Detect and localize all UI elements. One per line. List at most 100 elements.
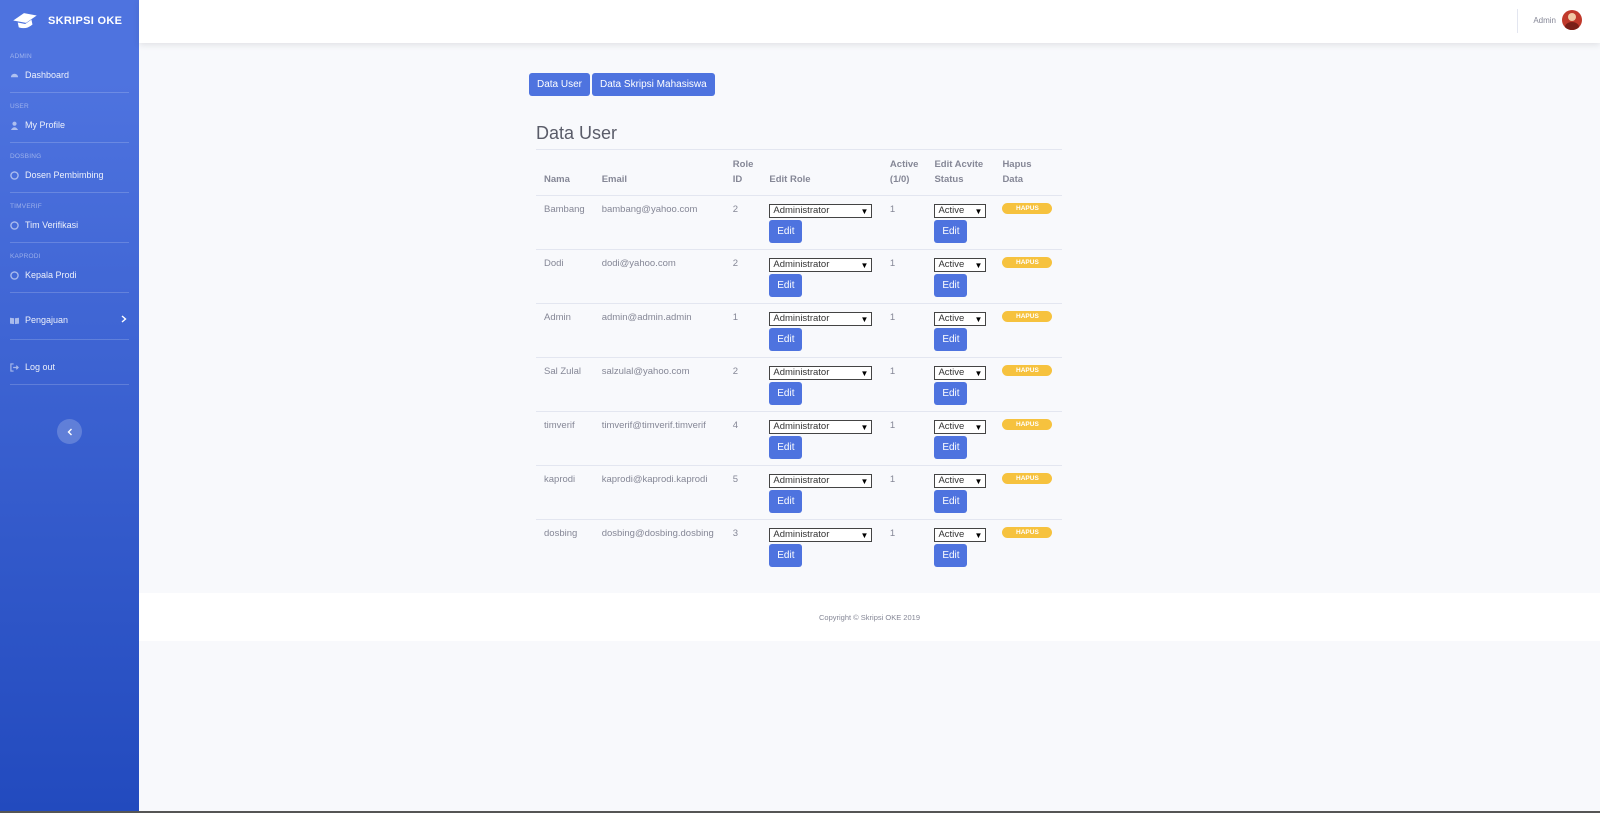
topbar: Admin	[139, 0, 1600, 43]
status-select[interactable]: Active ▼	[934, 365, 987, 380]
edit-role-button[interactable]: Edit	[769, 219, 803, 243]
data-user-button[interactable]: Data User	[529, 73, 591, 96]
hapus-button[interactable]: HAPUS	[1002, 418, 1053, 430]
sidebar-heading-user: USER	[10, 103, 29, 110]
brand[interactable]: SKRIPSI OKE	[0, 0, 139, 42]
edit-role-button[interactable]: Edit	[769, 435, 803, 459]
status-select[interactable]: Active ▼	[934, 527, 987, 542]
cell-hapus: HAPUS	[994, 519, 1062, 573]
edit-status-button[interactable]: Edit	[934, 543, 968, 567]
cell-nama: Sal Zulal	[536, 357, 594, 412]
role-select[interactable]: Administrator ▼	[769, 419, 873, 434]
topbar-divider	[1517, 9, 1518, 33]
users-table: Nama Email Role ID Edit Role Active (1/0) …	[536, 151, 1062, 573]
edit-status-button[interactable]: Edit	[934, 435, 968, 459]
sidebar-item-kepala-prodi[interactable]: Kepala Prodi	[0, 266, 139, 284]
edit-status-button[interactable]: Edit	[934, 489, 968, 513]
cell-hapus: HAPUS	[994, 195, 1062, 250]
sidebar-item-dosen-pembimbing[interactable]: Dosen Pembimbing	[0, 166, 139, 184]
circle-icon	[10, 270, 19, 280]
cell-active: 1	[881, 195, 927, 250]
cell-edit-role: Administrator ▼ Edit	[761, 465, 882, 520]
status-select[interactable]: Active ▼	[934, 311, 987, 326]
role-select[interactable]: Administrator ▼	[769, 527, 873, 542]
cell-email: dosbing@dosbing.dosbing	[601, 527, 714, 539]
book-icon	[10, 316, 19, 325]
cell-hapus: HAPUS	[994, 249, 1062, 304]
cell-email: salzulal@yahoo.com	[593, 357, 725, 412]
edit-status-button[interactable]: Edit	[934, 219, 968, 243]
hapus-button[interactable]: HAPUS	[1002, 310, 1053, 322]
header-edit-status: Edit Acvite Status	[934, 158, 984, 185]
role-select[interactable]: Administrator ▼	[769, 473, 873, 488]
cell-role-id: 5	[724, 465, 762, 520]
user-dropdown[interactable]: Admin	[1533, 10, 1582, 30]
role-select[interactable]: Administrator ▼	[769, 203, 873, 218]
cell-nama: Admin	[536, 303, 594, 358]
cell-email: bambang@yahoo.com	[593, 195, 725, 250]
dropdown-arrow-icon: ▼	[860, 260, 869, 270]
cell-edit-role: Administrator ▼ Edit	[761, 303, 882, 358]
cell-edit-role: Administrator ▼ Edit	[761, 249, 882, 304]
hapus-button[interactable]: HAPUS	[1002, 256, 1053, 268]
data-skripsi-button[interactable]: Data Skripsi Mahasiswa	[592, 73, 715, 96]
edit-status-button[interactable]: Edit	[934, 381, 968, 405]
edit-role-button[interactable]: Edit	[769, 273, 803, 297]
role-select[interactable]: Administrator ▼	[769, 257, 873, 272]
dropdown-arrow-icon: ▼	[974, 422, 983, 432]
status-select[interactable]: Active ▼	[934, 473, 987, 488]
edit-role-button[interactable]: Edit	[769, 327, 803, 351]
sidebar-toggle-button[interactable]	[57, 419, 82, 444]
dropdown-arrow-icon: ▼	[974, 476, 983, 486]
edit-role-button[interactable]: Edit	[769, 381, 803, 405]
sidebar-item-tim-verifikasi[interactable]: Tim Verifikasi	[0, 216, 139, 234]
dropdown-arrow-icon: ▼	[860, 530, 869, 540]
circle-icon	[10, 220, 19, 230]
status-select[interactable]: Active ▼	[934, 203, 987, 218]
edit-status-button[interactable]: Edit	[934, 273, 968, 297]
status-select[interactable]: Active ▼	[934, 257, 987, 272]
cell-active: 1	[881, 303, 927, 358]
sidebar-item-label: Pengajuan	[25, 315, 69, 325]
hapus-button[interactable]: HAPUS	[1002, 526, 1053, 538]
dropdown-arrow-icon: ▼	[860, 206, 869, 216]
header-email: Email	[601, 173, 628, 185]
cell-email: timverif@timverif.timverif	[593, 411, 725, 466]
header-role-id: Role ID	[732, 158, 754, 185]
cell-edit-status: Active ▼ Edit	[926, 357, 995, 412]
table-row: Sal Zulal salzulal@yahoo.com 2 Administr…	[536, 357, 1062, 412]
sidebar-heading-admin: ADMIN	[10, 53, 32, 60]
edit-status-button[interactable]: Edit	[934, 327, 968, 351]
cell-edit-role: Administrator ▼ Edit	[761, 357, 882, 412]
role-select[interactable]: Administrator ▼	[769, 311, 873, 326]
sidebar-item-pengajuan[interactable]: Pengajuan	[0, 311, 139, 329]
edit-role-button[interactable]: Edit	[769, 489, 803, 513]
sidebar-item-label: Tim Verifikasi	[25, 220, 79, 230]
cell-active: 1	[881, 465, 927, 520]
sidebar-item-dashboard[interactable]: Dashboard	[0, 66, 139, 84]
dropdown-arrow-icon: ▼	[974, 368, 983, 378]
hapus-button[interactable]: HAPUS	[1002, 472, 1053, 484]
dropdown-arrow-icon: ▼	[974, 206, 983, 216]
table-row: dosbing dosbing@dosbing.dosbing 3 Admini…	[536, 519, 1062, 573]
table-row: timverif timverif@timverif.timverif 4 Ad…	[536, 411, 1062, 466]
sidebar-item-label: Dosen Pembimbing	[25, 170, 104, 180]
dashboard-icon	[10, 71, 19, 80]
status-select[interactable]: Active ▼	[934, 419, 987, 434]
cell-edit-status: Active ▼ Edit	[926, 249, 995, 304]
sidebar-item-logout[interactable]: Log out	[0, 358, 139, 376]
sidebar-item-label: Kepala Prodi	[25, 270, 77, 280]
edit-role-button[interactable]: Edit	[769, 543, 803, 567]
username: Admin	[1533, 15, 1556, 25]
cell-edit-status: Active ▼ Edit	[926, 195, 995, 250]
cell-active: 1	[881, 411, 927, 466]
cell-nama: dosbing	[544, 527, 578, 539]
user-icon	[10, 121, 19, 130]
circle-icon	[10, 170, 19, 180]
cell-nama: kaprodi	[536, 465, 594, 520]
role-select[interactable]: Administrator ▼	[769, 365, 873, 380]
hapus-button[interactable]: HAPUS	[1002, 202, 1053, 214]
sidebar-item-my-profile[interactable]: My Profile	[0, 116, 139, 134]
header-active: Active (1/0)	[889, 158, 919, 185]
hapus-button[interactable]: HAPUS	[1002, 364, 1053, 376]
